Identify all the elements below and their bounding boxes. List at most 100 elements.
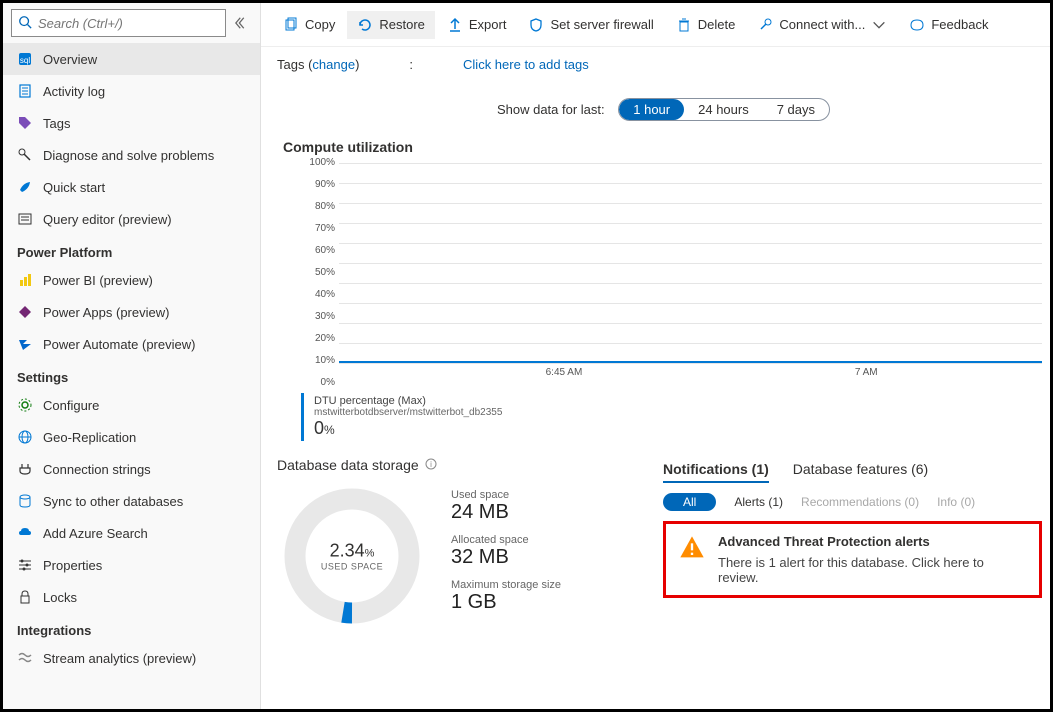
powerbi-icon (17, 272, 33, 288)
sidebar-item-label: Activity log (43, 84, 105, 99)
sidebar-item-configure[interactable]: Configure (3, 389, 260, 421)
firewall-button[interactable]: Set server firewall (518, 11, 663, 39)
x-tick: 6:45 AM (546, 367, 583, 378)
export-button[interactable]: Export (437, 11, 517, 39)
sidebar-item-sync[interactable]: Sync to other databases (3, 485, 260, 517)
main: Copy Restore Export Set server firewall … (261, 3, 1050, 709)
tab-database-features[interactable]: Database features (6) (793, 457, 928, 483)
tab-notifications[interactable]: Notifications (1) (663, 457, 769, 483)
toolbar-label: Export (469, 17, 507, 32)
sidebar-item-power-apps[interactable]: Power Apps (preview) (3, 296, 260, 328)
copy-button[interactable]: Copy (273, 11, 345, 39)
search-input[interactable] (32, 16, 219, 31)
sidebar-item-locks[interactable]: Locks (3, 581, 260, 613)
tags-change-link[interactable]: change (312, 57, 355, 72)
tag-icon (17, 115, 33, 131)
stream-icon (17, 650, 33, 666)
sidebar-item-label: Quick start (43, 180, 105, 195)
chart-legend: DTU percentage (Max) mstwitterbotdbserve… (301, 393, 1050, 441)
sidebar-item-geo-replication[interactable]: Geo-Replication (3, 421, 260, 453)
legend-title: DTU percentage (Max) (314, 395, 1050, 407)
tags-add-link[interactable]: Click here to add tags (463, 57, 589, 72)
info-icon[interactable]: i (425, 457, 437, 473)
log-icon (17, 83, 33, 99)
collapse-sidebar-button[interactable] (232, 13, 252, 33)
sidebar-item-properties[interactable]: Properties (3, 549, 260, 581)
time-pill-7days[interactable]: 7 days (763, 99, 829, 120)
sidebar-item-label: Geo-Replication (43, 430, 136, 445)
time-pill-24hours[interactable]: 24 hours (684, 99, 763, 120)
tabs: Notifications (1) Database features (6) (663, 457, 1042, 483)
chart-title: Compute utilization (283, 139, 1050, 155)
time-range-pills: 1 hour 24 hours 7 days (618, 98, 830, 121)
pill-recommendations[interactable]: Recommendations (0) (801, 495, 919, 509)
storage-title: Database data storage (277, 457, 419, 473)
y-tick: 90% (301, 179, 335, 190)
sidebar-item-power-bi[interactable]: Power BI (preview) (3, 264, 260, 296)
section-settings: Settings (3, 360, 260, 389)
toolbar-label: Set server firewall (550, 17, 653, 32)
feedback-button[interactable]: Feedback (899, 11, 998, 39)
storage-panel: Database data storage i 2.34% USED SPACE (277, 457, 647, 631)
y-tick: 100% (301, 157, 335, 168)
y-tick: 20% (301, 333, 335, 344)
bottom-row: Database data storage i 2.34% USED SPACE (277, 457, 1050, 631)
sidebar-item-query-editor[interactable]: Query editor (preview) (3, 203, 260, 235)
y-tick: 30% (301, 311, 335, 322)
search-box[interactable] (11, 9, 226, 37)
sync-icon (17, 493, 33, 509)
alloc-value: 32 MB (451, 546, 561, 569)
donut-percent: 2.34% (321, 541, 383, 562)
compute-chart[interactable]: 6:45 AM 7 AM 100%90%80%70%60%50%40%30%20… (301, 163, 1042, 383)
pill-alerts[interactable]: Alerts (1) (734, 495, 783, 509)
database-icon: sql (17, 51, 33, 67)
gear-icon (17, 397, 33, 413)
toolbar-label: Restore (379, 17, 425, 32)
sidebar-item-label: Locks (43, 590, 77, 605)
chevron-down-icon (871, 17, 887, 33)
sidebar-item-label: Power BI (preview) (43, 273, 153, 288)
filter-pills: All Alerts (1) Recommendations (0) Info … (663, 493, 1042, 511)
sidebar-item-connection-strings[interactable]: Connection strings (3, 453, 260, 485)
y-tick: 0% (301, 377, 335, 388)
alert-text: There is 1 alert for this database. Clic… (718, 555, 1027, 585)
sidebar-item-label: Configure (43, 398, 99, 413)
sidebar-item-quick-start[interactable]: Quick start (3, 171, 260, 203)
sidebar-item-label: Overview (43, 52, 97, 67)
sidebar-item-power-automate[interactable]: Power Automate (preview) (3, 328, 260, 360)
sidebar-item-activity-log[interactable]: Activity log (3, 75, 260, 107)
toolbar-label: Connect with... (779, 17, 865, 32)
toolbar-label: Copy (305, 17, 335, 32)
sidebar-item-label: Tags (43, 116, 70, 131)
query-icon (17, 211, 33, 227)
sidebar-item-stream-analytics[interactable]: Stream analytics (preview) (3, 642, 260, 674)
pill-info[interactable]: Info (0) (937, 495, 975, 509)
y-tick: 50% (301, 267, 335, 278)
storage-donut[interactable]: 2.34% USED SPACE (277, 481, 427, 631)
alert-title: Advanced Threat Protection alerts (718, 534, 1027, 549)
sidebar-item-label: Add Azure Search (43, 526, 148, 541)
chart-data-line (339, 361, 1042, 363)
sidebar-item-label: Diagnose and solve problems (43, 148, 214, 163)
powerapps-icon (17, 304, 33, 320)
alert-card[interactable]: Advanced Threat Protection alerts There … (663, 521, 1042, 598)
sidebar-item-azure-search[interactable]: Add Azure Search (3, 517, 260, 549)
sidebar-item-label: Connection strings (43, 462, 151, 477)
sidebar-item-diagnose[interactable]: Diagnose and solve problems (3, 139, 260, 171)
time-range-label: Show data for last: (497, 102, 605, 117)
search-row (3, 3, 260, 43)
sidebar-item-overview[interactable]: sql Overview (3, 43, 260, 75)
delete-button[interactable]: Delete (666, 11, 746, 39)
lock-icon (17, 589, 33, 605)
pill-all[interactable]: All (663, 493, 716, 511)
connect-button[interactable]: Connect with... (747, 11, 897, 39)
warning-icon (678, 534, 706, 585)
restore-button[interactable]: Restore (347, 11, 435, 39)
tags-row: Tags (change) : Click here to add tags (261, 47, 1050, 82)
powerautomate-icon (17, 336, 33, 352)
sidebar-item-label: Stream analytics (preview) (43, 651, 196, 666)
time-pill-1hour[interactable]: 1 hour (619, 99, 684, 120)
y-tick: 60% (301, 245, 335, 256)
used-value: 24 MB (451, 501, 561, 524)
sidebar-item-tags[interactable]: Tags (3, 107, 260, 139)
